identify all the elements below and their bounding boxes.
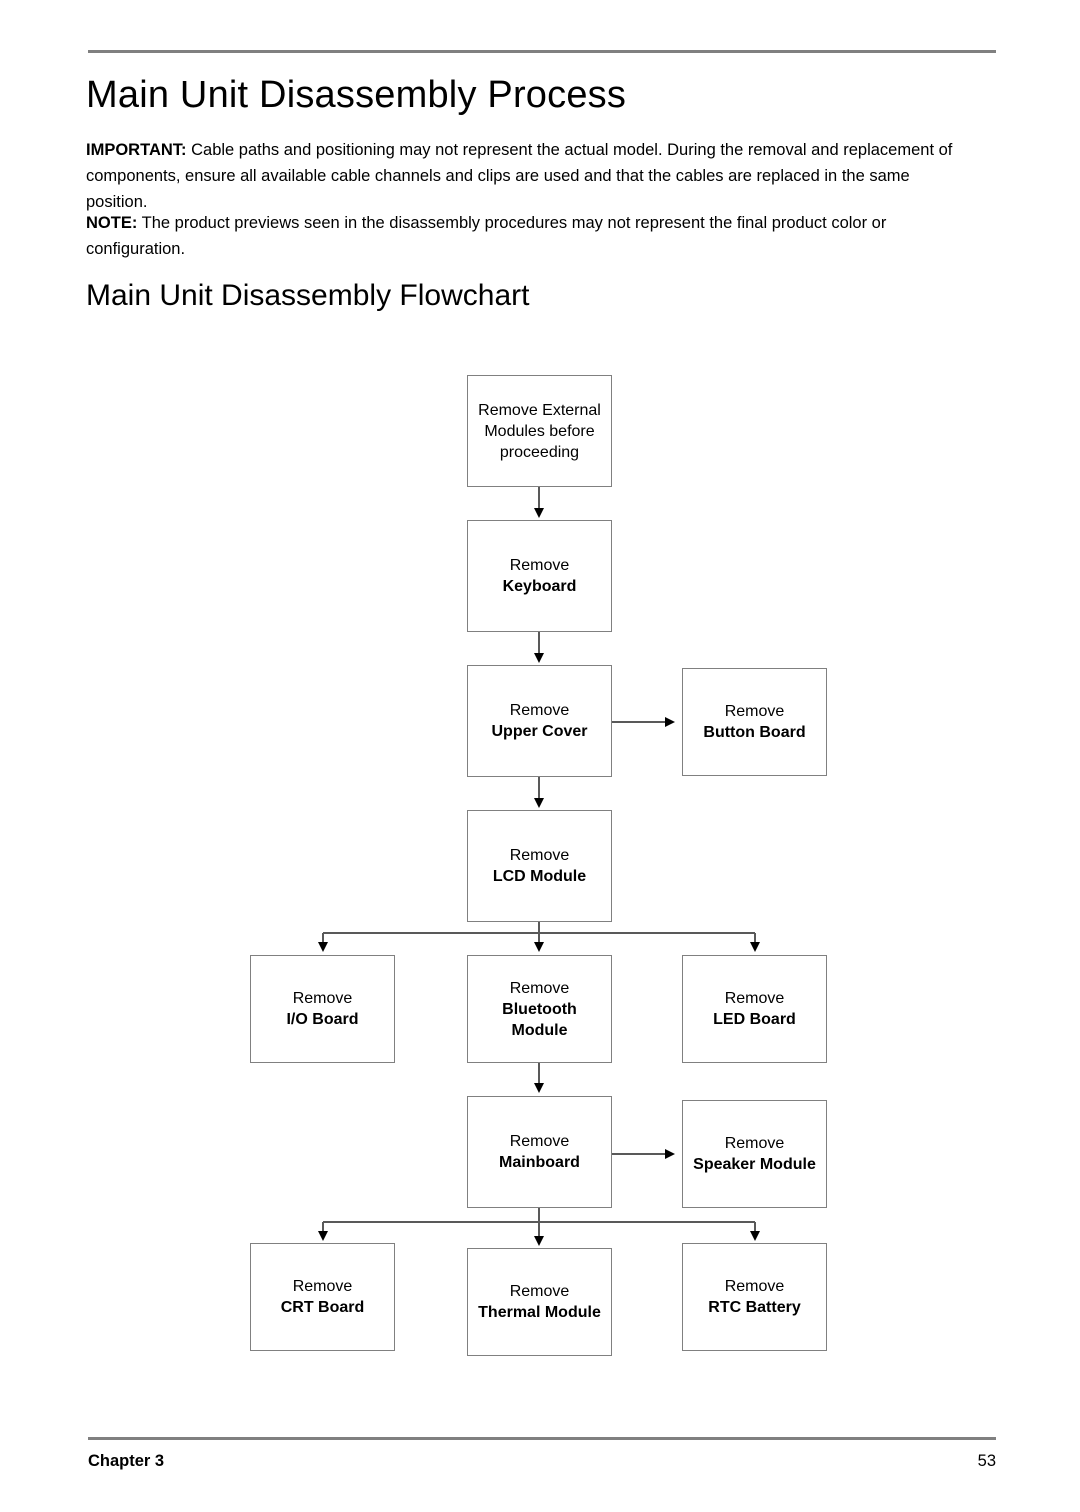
flow-node-led-board[interactable]: Remove LED Board xyxy=(682,955,827,1063)
flow-node-button-board[interactable]: Remove Button Board xyxy=(682,668,827,776)
flow-node-keyboard-line2: Keyboard xyxy=(502,578,577,595)
flow-node-button-board-line1: Remove xyxy=(724,703,785,720)
flow-node-rtc-battery[interactable]: Remove RTC Battery xyxy=(682,1243,827,1351)
flow-node-bluetooth-module-line2: Bluetooth Module xyxy=(502,1000,577,1039)
flow-node-mainboard-line1: Remove xyxy=(509,1133,570,1150)
flow-node-speaker-module[interactable]: Remove Speaker Module xyxy=(682,1100,827,1208)
flow-node-rtc-battery-line2: RTC Battery xyxy=(708,1299,801,1316)
flow-node-upper-cover-line2: Upper Cover xyxy=(491,723,588,740)
footer-divider xyxy=(88,1437,996,1440)
flow-node-speaker-module-line2: Speaker Module xyxy=(693,1156,816,1173)
flow-node-io-board-line1: Remove xyxy=(292,990,353,1007)
flow-node-io-board-line2: I/O Board xyxy=(286,1011,359,1028)
flow-node-led-board-line2: LED Board xyxy=(713,1011,796,1028)
flow-node-thermal-module[interactable]: Remove Thermal Module xyxy=(467,1248,612,1356)
flow-node-lcd-module[interactable]: Remove LCD Module xyxy=(467,810,612,922)
flow-node-external-modules-line1: Remove External xyxy=(478,401,601,419)
flow-node-keyboard-line1: Remove xyxy=(509,557,570,574)
flow-node-crt-board-line2: CRT Board xyxy=(280,1299,365,1316)
flow-node-crt-board[interactable]: Remove CRT Board xyxy=(250,1243,395,1351)
flow-node-bluetooth-module-line1: Remove xyxy=(509,979,570,997)
flow-node-led-board-line1: Remove xyxy=(724,990,785,1007)
footer-page-number: 53 xyxy=(977,1452,996,1470)
flow-node-mainboard-line2: Mainboard xyxy=(499,1154,580,1171)
flow-node-mainboard[interactable]: Remove Mainboard xyxy=(467,1096,612,1208)
flow-node-bluetooth-module[interactable]: Remove Bluetooth Module xyxy=(467,955,612,1063)
flow-node-keyboard[interactable]: Remove Keyboard xyxy=(467,520,612,632)
flow-node-crt-board-line1: Remove xyxy=(292,1278,353,1295)
flow-node-upper-cover[interactable]: Remove Upper Cover xyxy=(467,665,612,777)
flow-node-external-modules[interactable]: Remove External Modules before proceedin… xyxy=(467,375,612,487)
flow-node-speaker-module-line1: Remove xyxy=(724,1135,785,1152)
flow-node-external-modules-line2: Modules before xyxy=(484,422,595,440)
flow-node-button-board-line2: Button Board xyxy=(703,724,806,741)
flow-node-thermal-module-line2: Thermal Module xyxy=(478,1304,601,1321)
disassembly-flowchart: Remove External Modules before proceedin… xyxy=(0,0,1080,1512)
flow-node-io-board[interactable]: Remove I/O Board xyxy=(250,955,395,1063)
flow-node-rtc-battery-line1: Remove xyxy=(724,1278,785,1295)
flow-node-thermal-module-line1: Remove xyxy=(509,1283,570,1300)
flow-node-upper-cover-line1: Remove xyxy=(509,702,570,719)
flow-node-external-modules-line3: proceeding xyxy=(499,443,580,461)
document-page: Main Unit Disassembly Process IMPORTANT:… xyxy=(0,0,1080,1512)
flow-node-lcd-module-line1: Remove xyxy=(509,847,570,864)
flow-node-lcd-module-line2: LCD Module xyxy=(492,868,587,885)
